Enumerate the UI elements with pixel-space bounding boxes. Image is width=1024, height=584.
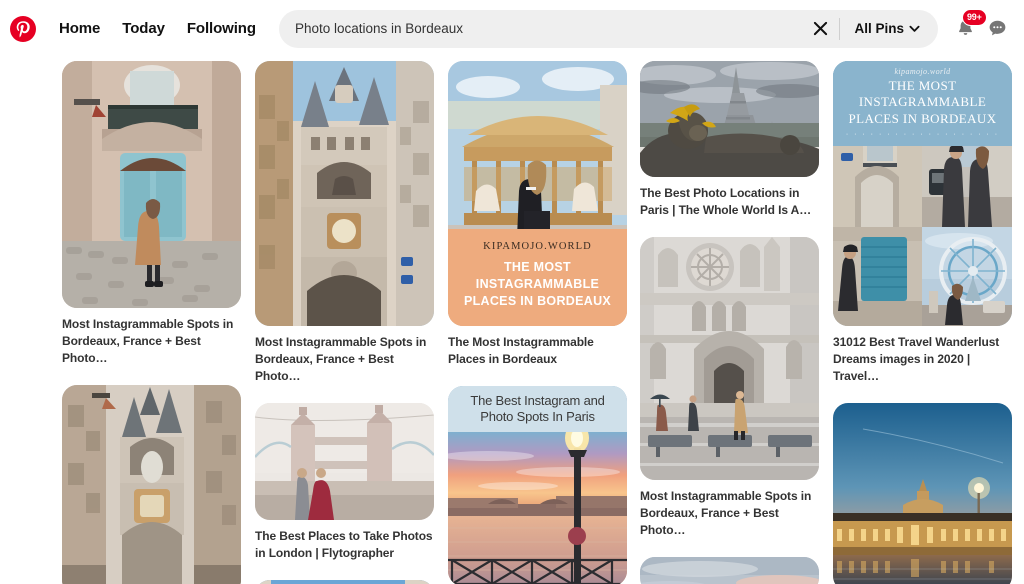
overlay-brand-text: KIPAMOJO.WORLD — [483, 241, 592, 253]
pin-title: Most Instagrammable Spots in Bordeaux, F… — [640, 489, 812, 538]
close-icon[interactable] — [805, 14, 835, 44]
grosse-cloche-street-view-image[interactable] — [62, 385, 241, 584]
pin-column: kipamojo.world THE MOST INSTAGRAMMABLE P… — [833, 61, 1012, 584]
search-divider — [839, 17, 841, 40]
all-pins-label: All Pins — [854, 21, 904, 36]
pin-card[interactable]: kipamojo.world THE MOST INSTAGRAMMABLE P… — [833, 61, 1012, 385]
overlay-brand-text: kipamojo.world — [894, 67, 951, 76]
pin-column: KIPAMOJO.WORLD THE MOST INSTAGRAMMABLE P… — [448, 61, 627, 584]
search-bar[interactable]: All Pins — [278, 9, 938, 48]
pin-title: Most Instagrammable Spots in Bordeaux, F… — [62, 317, 234, 366]
pin-card[interactable]: The Best Places to Take Photos in London… — [255, 403, 434, 562]
pin-overlay-caption: kipamojo.world THE MOST INSTAGRAMMABLE P… — [833, 61, 1012, 146]
pin-card[interactable] — [640, 557, 819, 584]
pin-overlay-caption: The Best Instagram and Photo Spots In Pa… — [448, 386, 627, 433]
pin-card[interactable]: Most Instagrammable Spots in Bordeaux, F… — [62, 61, 241, 367]
pinterest-logo-icon[interactable] — [8, 14, 38, 44]
pin-title: 31012 Best Travel Wanderlust Dreams imag… — [833, 335, 1000, 384]
pin-column: Most Instagrammable Spots in Bordeaux, F… — [62, 61, 241, 584]
pin-title: The Best Photo Locations in Paris | The … — [640, 186, 812, 218]
nav-link-following[interactable]: Following — [176, 12, 267, 45]
nav-link-home[interactable]: Home — [48, 12, 111, 45]
pin-column: The Best Photo Locations in Paris | The … — [640, 61, 819, 584]
notifications-button[interactable]: 99+ — [950, 8, 987, 44]
bordeaux-collage-blue-banner-image[interactable]: kipamojo.world THE MOST INSTAGRAMMABLE P… — [833, 61, 1012, 326]
pin-card[interactable]: The Best Photo Locations in Paris | The … — [640, 61, 819, 219]
chat-bubble-icon — [989, 20, 1005, 36]
pastel-sky-partial-image[interactable] — [640, 557, 819, 584]
pin-results-grid: Most Instagrammable Spots in Bordeaux, F… — [0, 57, 1024, 584]
pin-card[interactable] — [255, 580, 434, 584]
blue-sky-partial-image[interactable] — [255, 580, 434, 584]
pin-card[interactable] — [833, 403, 1012, 584]
place-de-la-bourse-dusk-image[interactable] — [833, 403, 1012, 584]
chevron-down-icon — [909, 25, 920, 32]
pin-column: Most Instagrammable Spots in Bordeaux, F… — [255, 61, 434, 584]
top-navigation-bar: Home Today Following All Pins 99+ — [0, 0, 1024, 57]
pin-card[interactable]: Most Instagrammable Spots in Bordeaux, F… — [640, 237, 819, 539]
overlay-headline-text: THE MOST INSTAGRAMMABLE PLACES IN BORDEA… — [463, 260, 612, 309]
bordeaux-cathedral-rain-image[interactable] — [640, 237, 819, 481]
pin-card[interactable]: Most Instagrammable Spots in Bordeaux, F… — [255, 61, 434, 385]
pin-overlay-caption: KIPAMOJO.WORLD THE MOST INSTAGRAMMABLE P… — [448, 229, 627, 326]
carousel-peach-overlay-image[interactable]: KIPAMOJO.WORLD THE MOST INSTAGRAMMABLE P… — [448, 61, 627, 326]
all-pins-filter-button[interactable]: All Pins — [844, 15, 932, 42]
pin-card[interactable] — [62, 385, 241, 584]
pin-card[interactable]: KIPAMOJO.WORLD THE MOST INSTAGRAMMABLE P… — [448, 61, 627, 368]
search-input[interactable] — [294, 21, 806, 36]
overlay-headline-text: THE MOST INSTAGRAMMABLE PLACES IN BORDEA… — [848, 78, 997, 126]
tower-bridge-couple-image[interactable] — [255, 403, 434, 521]
nav-link-today[interactable]: Today — [111, 12, 176, 45]
bordeaux-blue-door-building-image[interactable] — [62, 61, 241, 308]
decorative-dots: · · · · · · · · · · · · · · · · · · · — [845, 130, 1000, 138]
pin-title: The Most Instagrammable Places in Bordea… — [448, 335, 594, 367]
pin-title: The Best Places to Take Photos in London… — [255, 529, 433, 561]
grosse-cloche-bell-tower-image[interactable] — [255, 61, 434, 326]
pin-title: Most Instagrammable Spots in Bordeaux, F… — [255, 335, 427, 384]
eiffel-tower-bronze-statue-image[interactable] — [640, 61, 819, 177]
overlay-headline-text: The Best Instagram and Photo Spots In Pa… — [470, 392, 605, 425]
paris-seine-sunset-image[interactable]: The Best Instagram and Photo Spots In Pa… — [448, 386, 627, 584]
pin-card[interactable]: The Best Instagram and Photo Spots In Pa… — [448, 386, 627, 584]
messages-button[interactable] — [982, 14, 1012, 44]
